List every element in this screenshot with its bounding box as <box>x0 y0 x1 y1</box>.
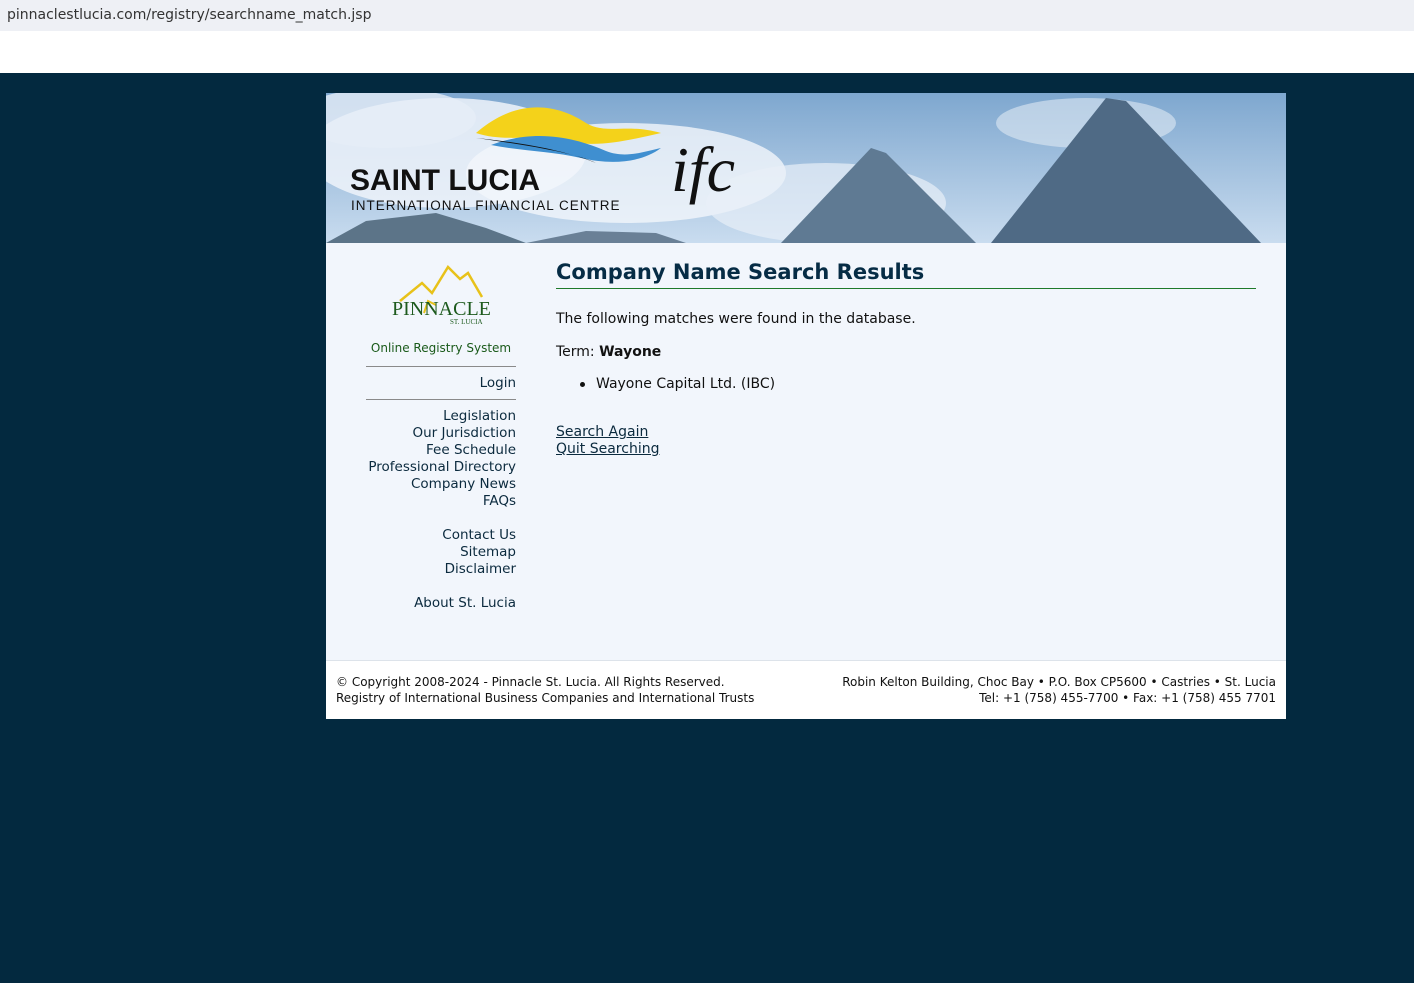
copyright-text: © Copyright 2008-2024 - Pinnacle St. Luc… <box>336 675 725 689</box>
browser-toolbar-strip <box>0 31 1414 73</box>
nav-sitemap[interactable]: Sitemap <box>366 544 516 561</box>
header-banner: SAINT LUCIA INTERNATIONAL FINANCIAL CENT… <box>326 93 1286 243</box>
list-item: Wayone Capital Ltd. (IBC) <box>596 376 776 392</box>
list-bullet <box>580 382 585 387</box>
nav-professional-directory[interactable]: Professional Directory <box>366 459 516 476</box>
system-label: Online Registry System <box>370 341 512 355</box>
pinnacle-logo-text: PINNACLE <box>392 298 490 320</box>
footer-left: © Copyright 2008-2024 - Pinnacle St. Luc… <box>336 674 754 706</box>
page-title: Company Name Search Results <box>556 260 1256 289</box>
nav-disclaimer[interactable]: Disclaimer <box>366 561 516 578</box>
nav-fee-schedule[interactable]: Fee Schedule <box>366 442 516 459</box>
registry-text: Registry of International Business Compa… <box>336 691 755 705</box>
quit-searching-link[interactable]: Quit Searching <box>556 441 659 457</box>
term-value: Wayone <box>599 344 662 360</box>
nav-about-st-lucia[interactable]: About St. Lucia <box>366 595 516 612</box>
pinnacle-logo-sub: ST. LUCIA <box>450 318 483 326</box>
footer-right: Robin Kelton Building, Choc Bay • P.O. B… <box>842 674 1276 706</box>
brand-main: SAINT LUCIA <box>350 164 540 197</box>
phone-text: Tel: +1 (758) 455-7700 • Fax: +1 (758) 4… <box>979 691 1276 705</box>
search-term: Term: Wayone <box>556 344 661 360</box>
address-text: Robin Kelton Building, Choc Bay • P.O. B… <box>842 675 1276 689</box>
address-bar[interactable]: pinnaclestlucia.com/registry/searchname_… <box>0 0 1414 31</box>
search-again-link[interactable]: Search Again <box>556 424 648 440</box>
nav-our-jurisdiction[interactable]: Our Jurisdiction <box>366 425 517 442</box>
nav-company-news[interactable]: Company News <box>366 476 516 493</box>
pinnacle-logo[interactable]: PINNACLE ST. LUCIA <box>390 261 491 327</box>
term-label: Term: <box>556 344 595 360</box>
brand-sub: INTERNATIONAL FINANCIAL CENTRE <box>351 198 621 213</box>
banner-image: SAINT LUCIA INTERNATIONAL FINANCIAL CENT… <box>326 93 1286 243</box>
brand-ifc: ifc <box>671 134 735 205</box>
footer: © Copyright 2008-2024 - Pinnacle St. Luc… <box>326 660 1286 719</box>
pinnacle-logo-mark: PINNACLE ST. LUCIA <box>392 264 491 326</box>
nav-faqs[interactable]: FAQs <box>366 493 516 510</box>
url-text: pinnaclestlucia.com/registry/searchname_… <box>7 7 372 23</box>
nav-legislation[interactable]: Legislation <box>366 408 516 425</box>
login-link[interactable]: Login <box>366 375 516 392</box>
divider <box>366 366 516 367</box>
divider <box>366 399 516 400</box>
results-intro: The following matches were found in the … <box>556 311 916 327</box>
nav-contact-us[interactable]: Contact Us <box>366 527 516 544</box>
page-container: SAINT LUCIA INTERNATIONAL FINANCIAL CENT… <box>326 93 1286 719</box>
